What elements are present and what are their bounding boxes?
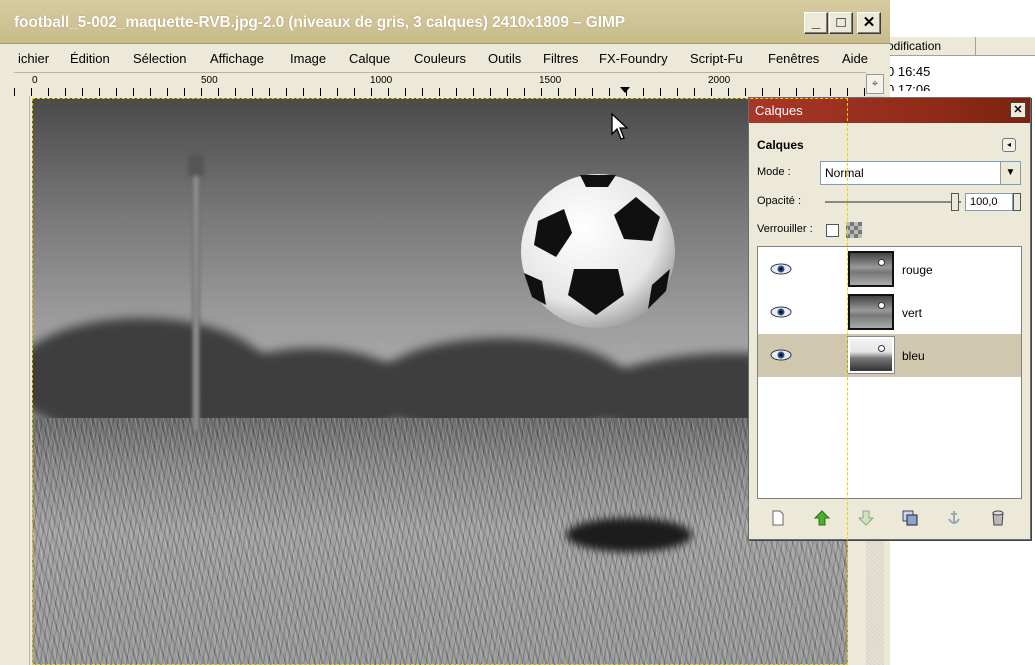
layer-name[interactable]: bleu [902,349,925,363]
menu-affichage[interactable]: Affichage [210,51,264,66]
modification-column-header[interactable]: odification [881,36,1035,56]
menu-outils[interactable]: Outils [488,51,521,66]
column-separator[interactable] [975,37,976,56]
menu-couleurs[interactable]: Couleurs [414,51,466,66]
layer-row-vert[interactable]: vert [758,291,1021,334]
ruler-label: 0 [32,75,38,86]
layers-heading: Calques [757,138,804,152]
eye-icon[interactable] [770,349,792,361]
file-time-row[interactable]: 0 17:06 [887,82,930,91]
menu-fichier[interactable]: ichier [18,51,49,66]
menu-fenetres[interactable]: Fenêtres [768,51,819,66]
lock-checkbox[interactable] [826,224,839,237]
raise-layer-icon[interactable] [813,509,831,527]
lock-alpha-icon[interactable] [846,222,862,238]
close-icon[interactable]: ✕ [1010,102,1026,118]
menu-script-fu[interactable]: Script-Fu [690,51,743,66]
eye-icon[interactable] [770,263,792,275]
tab-menu-icon[interactable]: ◂ [1002,138,1016,152]
delete-layer-icon[interactable] [989,509,1007,527]
navigate-icon[interactable]: ⌖ [866,74,884,94]
opacity-slider[interactable] [825,201,961,203]
ruler-label: 1000 [370,75,393,86]
menu-edition[interactable]: Édition [70,51,110,66]
minimize-button[interactable]: _ [804,12,828,34]
ball-shadow [566,518,692,552]
ruler-label: 1500 [539,75,562,86]
pointer-position-marker [620,87,630,93]
anchor-layer-icon[interactable] [945,509,963,527]
vertical-ruler[interactable] [14,96,30,665]
layer-thumbnail [848,294,894,330]
menu-selection[interactable]: Sélection [133,51,186,66]
new-layer-icon[interactable] [769,509,787,527]
opacity-spinner[interactable] [1013,193,1021,211]
opacity-input[interactable]: 100,0 [965,193,1013,211]
pole-lamp [188,154,204,176]
window-title: football_5-002_maquette-RVB.jpg-2.0 (niv… [14,14,625,31]
lock-label: Verrouiller : [757,223,813,235]
column-header-label: odification [887,39,942,53]
layer-thumbnail [847,336,895,374]
layer-row-rouge[interactable]: rouge [758,248,1021,291]
layer-row-bleu[interactable]: bleu [758,334,1021,377]
lower-layer-icon[interactable] [857,509,875,527]
ruler-label: 500 [201,75,218,86]
ruler-label: 2000 [708,75,731,86]
duplicate-layer-icon[interactable] [901,509,919,527]
layer-name[interactable]: rouge [902,263,933,277]
opacity-label: Opacité : [757,195,802,207]
menu-image[interactable]: Image [290,51,326,66]
menu-filtres[interactable]: Filtres [543,51,578,66]
layers-dialog: Calques ✕ Calques ◂ Mode : Normal ▼ Opac… [748,97,1031,540]
layers-dialog-title: Calques [755,103,803,118]
grass-field [32,418,848,665]
mouse-pointer-icon [611,112,629,140]
layer-list: rouge vert bleu [757,246,1022,499]
soccer-ball [521,174,675,328]
layer-name[interactable]: vert [902,306,922,320]
layers-dialog-titlebar[interactable]: Calques ✕ [749,98,1030,123]
mode-label: Mode : [757,166,791,178]
eye-icon[interactable] [770,306,792,318]
menu-bar: ichier Édition Sélection Affichage Image… [0,45,890,71]
opacity-slider-thumb[interactable] [951,193,959,211]
layer-thumbnail [848,251,894,287]
ruler-ticks [14,88,866,96]
light-pole [192,160,200,430]
layer-toolbar [757,505,1022,531]
menu-fx-foundry[interactable]: FX-Foundry [599,51,668,66]
chevron-down-icon[interactable]: ▼ [1000,162,1020,184]
horizontal-ruler[interactable]: 0 500 1000 1500 2000 [14,72,866,96]
mode-value: Normal [825,166,864,180]
image-canvas[interactable] [32,98,848,665]
close-button[interactable]: ✕ [857,12,881,34]
file-time-row[interactable]: 0 16:45 [887,64,930,79]
menu-aide[interactable]: Aide [842,51,868,66]
mode-dropdown[interactable]: Normal ▼ [820,161,1021,185]
menu-calque[interactable]: Calque [349,51,390,66]
window-titlebar[interactable]: football_5-002_maquette-RVB.jpg-2.0 (niv… [0,0,890,44]
maximize-button[interactable]: □ [829,12,853,34]
